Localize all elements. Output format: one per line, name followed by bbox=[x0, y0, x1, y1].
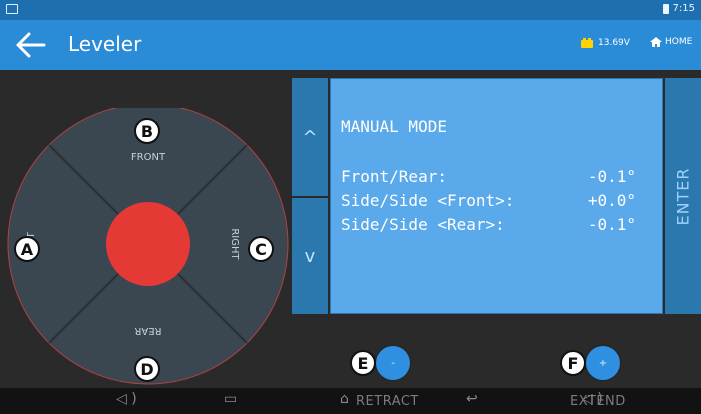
status-panel: MANUAL MODE Front/Rear: -0.1° Side/Side … bbox=[330, 78, 663, 314]
scroll-down-icon: v bbox=[304, 245, 316, 267]
home-nav-icon[interactable]: ⌂ bbox=[340, 391, 349, 407]
front-rear-value: -0.1° bbox=[587, 167, 636, 186]
page-title: Leveler bbox=[68, 32, 142, 56]
callout-c: C bbox=[248, 236, 274, 262]
home-button[interactable]: HOME bbox=[650, 37, 692, 47]
recent-apps-icon[interactable]: ▭ bbox=[224, 391, 237, 407]
battery-voltage-icon bbox=[581, 38, 593, 48]
retract-label: RETRACT bbox=[356, 394, 419, 409]
enter-button[interactable]: ENTER bbox=[665, 78, 701, 314]
right-label: RIGHT bbox=[229, 228, 240, 260]
extend-label: EXTEND bbox=[570, 394, 626, 409]
status-time: 7:15 bbox=[672, 3, 695, 14]
battery-icon bbox=[662, 3, 669, 14]
side-rear-value: -0.1° bbox=[587, 215, 636, 234]
voltage-value: 13.69V bbox=[598, 38, 630, 48]
retract-symbol: - bbox=[391, 357, 395, 369]
back-nav-icon[interactable]: ↩ bbox=[466, 391, 478, 407]
callout-f: F bbox=[560, 350, 586, 376]
rear-label: REAR bbox=[134, 325, 161, 336]
callout-d: D bbox=[134, 356, 160, 382]
retract-button[interactable]: - bbox=[376, 346, 410, 380]
joystick-knob[interactable] bbox=[106, 202, 190, 286]
side-front-value: +0.0° bbox=[587, 191, 636, 210]
volume-down-icon[interactable]: ◁ ) bbox=[116, 391, 137, 407]
status-bar: 7:15 bbox=[0, 0, 701, 20]
enter-label: ENTER bbox=[673, 166, 693, 226]
callout-e: E bbox=[350, 350, 376, 376]
back-arrow-icon[interactable] bbox=[14, 30, 46, 60]
system-nav-bar: ◁ ) ▭ ⌂ RETRACT ↩ ◁ ) EXTEND bbox=[0, 388, 701, 414]
callout-b: B bbox=[134, 118, 160, 144]
extend-button[interactable]: + bbox=[586, 346, 620, 380]
screenshot-icon bbox=[6, 4, 18, 14]
extend-symbol: + bbox=[598, 357, 608, 369]
mode-title: MANUAL MODE bbox=[341, 117, 447, 136]
side-rear-label: Side/Side <Rear>: bbox=[341, 215, 505, 234]
side-front-label: Side/Side <Front>: bbox=[341, 191, 515, 210]
home-icon bbox=[650, 37, 662, 47]
scroll-up-icon: ^ bbox=[302, 126, 318, 148]
status-right: 7:15 bbox=[662, 3, 695, 14]
home-label: HOME bbox=[665, 37, 693, 47]
app-bar: Leveler 13.69V HOME bbox=[0, 20, 701, 70]
front-label: FRONT bbox=[131, 152, 166, 163]
voltage-indicator: 13.69V bbox=[580, 38, 630, 48]
front-rear-label: Front/Rear: bbox=[341, 167, 447, 186]
scroll-up-button[interactable]: ^ bbox=[292, 78, 328, 196]
scroll-down-button[interactable]: v bbox=[292, 198, 328, 314]
joystick-control[interactable]: FRONT REAR LEFT RIGHT bbox=[0, 103, 290, 388]
callout-a: A bbox=[14, 236, 40, 262]
